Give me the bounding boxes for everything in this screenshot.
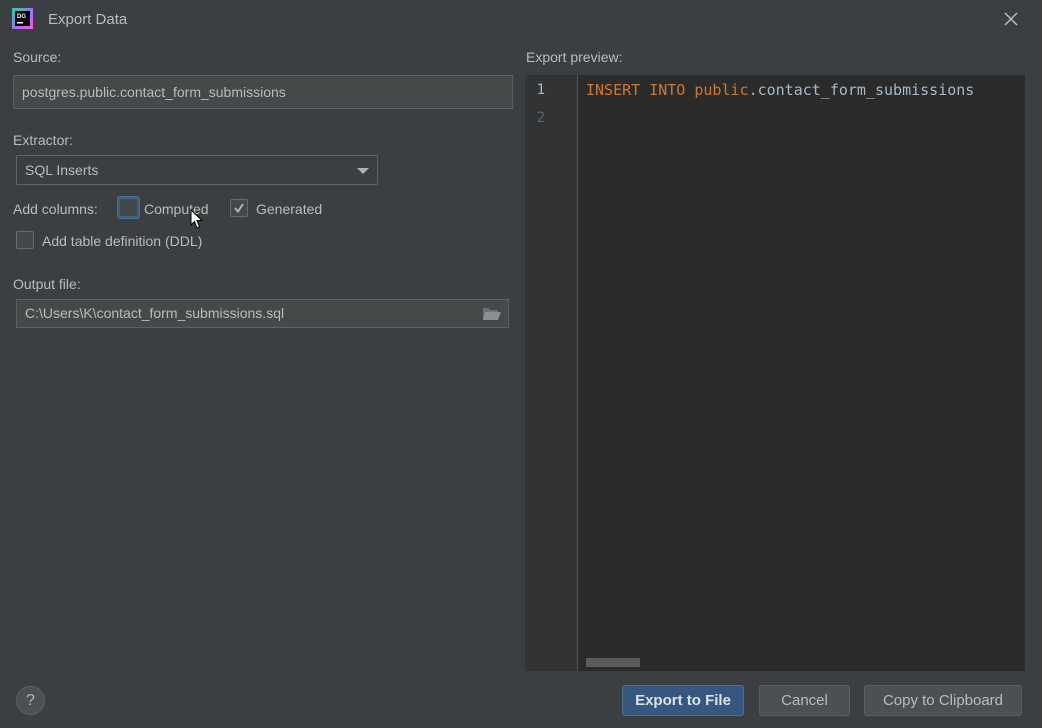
- computed-label[interactable]: Computed: [144, 201, 209, 217]
- cancel-button[interactable]: Cancel: [759, 685, 850, 716]
- window-title: Export Data: [48, 11, 128, 28]
- folder-open-icon[interactable]: [482, 305, 502, 322]
- checkmark-icon: [234, 203, 244, 213]
- line-number: 2: [536, 110, 545, 126]
- computed-checkbox[interactable]: [118, 197, 139, 218]
- export-to-file-button[interactable]: Export to File: [622, 685, 744, 716]
- output-file-value: C:\Users\K\contact_form_submissions.sql: [25, 305, 285, 321]
- generated-label[interactable]: Generated: [256, 201, 322, 217]
- ddl-checkbox[interactable]: [16, 231, 34, 249]
- output-file-label: Output file:: [13, 276, 81, 292]
- extractor-select[interactable]: SQL Inserts: [16, 155, 378, 185]
- copy-to-clipboard-button[interactable]: Copy to Clipboard: [864, 685, 1022, 716]
- output-file-field[interactable]: C:\Users\K\contact_form_submissions.sql: [16, 299, 509, 328]
- line-number-gutter: 1 2: [525, 75, 578, 671]
- help-button[interactable]: ?: [16, 686, 45, 715]
- code-line: INSERT INTO public.contact_form_submissi…: [586, 81, 974, 99]
- sql-schema: public: [694, 81, 749, 99]
- close-icon[interactable]: [1000, 8, 1022, 30]
- sql-keyword: INSERT: [586, 81, 641, 99]
- export-preview-label: Export preview:: [526, 49, 623, 65]
- export-preview-editor[interactable]: 1 2 INSERT INTO public.contact_form_subm…: [525, 75, 1025, 671]
- title-bar: DG Export Data: [0, 0, 1042, 38]
- sql-table-name: .contact_form_submissions: [748, 81, 975, 99]
- generated-checkbox[interactable]: [230, 199, 248, 217]
- extractor-selected-value: SQL Inserts: [25, 162, 99, 178]
- horizontal-scrollbar[interactable]: [586, 658, 640, 667]
- source-label: Source:: [13, 49, 62, 65]
- add-columns-label: Add columns:: [13, 201, 98, 217]
- extractor-label: Extractor:: [13, 132, 73, 148]
- source-field[interactable]: postgres.public.contact_form_submissions: [13, 75, 513, 109]
- ddl-label[interactable]: Add table definition (DDL): [42, 233, 202, 249]
- line-number: 1: [536, 82, 545, 98]
- datagrip-logo-icon: DG: [12, 8, 33, 29]
- chevron-down-icon: [357, 168, 369, 174]
- sql-keyword: INTO: [649, 81, 686, 99]
- svg-text:DG: DG: [17, 14, 26, 20]
